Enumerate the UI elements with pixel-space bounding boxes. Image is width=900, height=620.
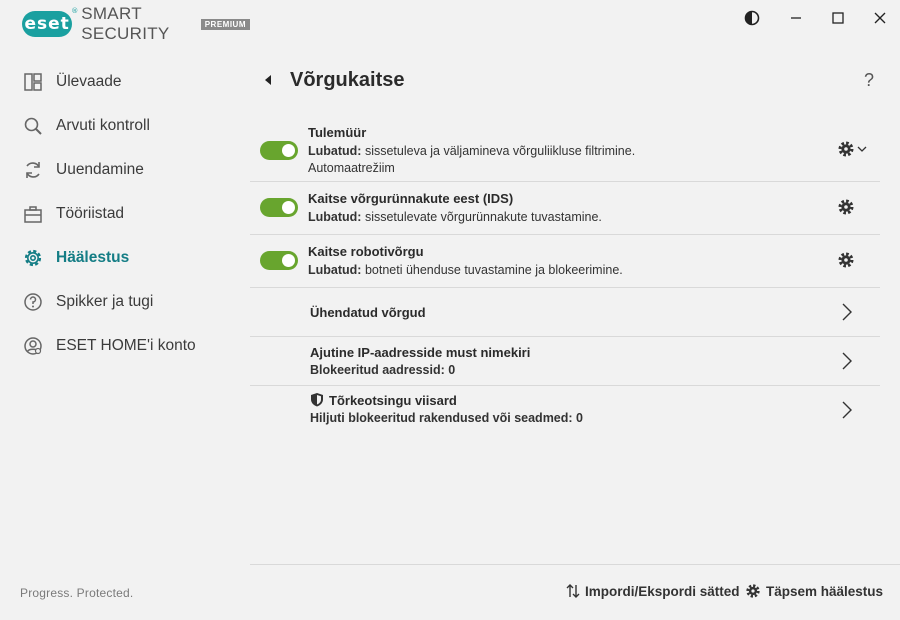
sidebar-item-label: Arvuti kontroll (56, 117, 150, 134)
sidebar-nav: Ülevaade Arvuti kontroll Uuendamine Töör… (22, 60, 232, 368)
setup-icon (22, 247, 44, 269)
troubleshoot-count: Hiljuti blokeeritud rakendused või seadm… (310, 411, 583, 425)
close-icon (874, 12, 886, 24)
tagline: Progress. Protected. (20, 586, 134, 600)
sidebar-item-help[interactable]: Spikker ja tugi (22, 280, 232, 324)
gear-icon[interactable] (837, 251, 855, 269)
blacklist-title: Ajutine IP-aadresside must nimekiri (310, 345, 531, 360)
import-export-button[interactable]: Impordi/Ekspordi sätted (566, 583, 740, 599)
firewall-title[interactable]: Tulemüür (308, 124, 635, 142)
logo-text: eset (24, 14, 70, 34)
shield-icon (311, 393, 323, 407)
ids-description: Lubatud: sissetulevate võrgurünnakute tu… (308, 208, 602, 226)
chevron-right-icon[interactable] (840, 351, 854, 371)
footer-divider (250, 564, 900, 565)
maximize-icon (832, 12, 844, 24)
product-name: SMART SECURITY (81, 4, 170, 43)
settings-list: Tulemüür Lubatud: sissetuleva ja väljami… (250, 118, 880, 442)
scan-icon (22, 115, 44, 137)
back-button[interactable] (260, 72, 276, 88)
gear-icon (746, 584, 760, 598)
firewall-description: Lubatud: sissetuleva ja väljamineva võrg… (308, 142, 635, 160)
theme-toggle-button[interactable] (739, 6, 765, 30)
sidebar-item-overview[interactable]: Ülevaade (22, 60, 232, 104)
sidebar-item-label: Uuendamine (56, 161, 144, 178)
back-arrow-icon (265, 75, 271, 85)
status-label: Lubatud: (308, 263, 362, 277)
sidebar-item-tools[interactable]: Tööriistad (22, 192, 232, 236)
update-icon (22, 159, 44, 181)
minimize-icon (791, 17, 801, 19)
blacklist-count: Blokeeritud aadressid: 0 (310, 363, 456, 377)
status-label: Lubatud: (308, 144, 362, 158)
maximize-button[interactable] (825, 6, 851, 30)
sidebar-item-label: ESET HOME'i konto (56, 337, 196, 354)
sidebar-item-label: Tööriistad (56, 205, 125, 222)
chevron-right-icon[interactable] (840, 302, 854, 322)
eset-logo: eset ® SMART SECURITY PREMIUM (22, 4, 250, 43)
blacklist-text: Ajutine IP-aadresside must nimekiri Blok… (310, 344, 530, 379)
firewall-text: Tulemüür Lubatud: sissetuleva ja väljami… (308, 124, 635, 177)
sidebar-item-scan[interactable]: Arvuti kontroll (22, 104, 232, 148)
edition-badge: PREMIUM (200, 18, 250, 30)
overview-icon (22, 71, 44, 93)
ids-toggle[interactable] (260, 198, 298, 217)
page-title: Võrgukaitse (290, 69, 405, 91)
description-text: sissetuleva ja väljamineva võrguliikluse… (361, 144, 636, 158)
botnet-text: Kaitse robotivõrgu Lubatud: botneti ühen… (308, 243, 623, 279)
status-label: Lubatud: (308, 210, 362, 224)
list-item-firewall: Tulemüür Lubatud: sissetuleva ja väljami… (250, 118, 880, 182)
contrast-icon (744, 10, 760, 26)
botnet-description: Lubatud: botneti ühenduse tuvastamine ja… (308, 261, 623, 279)
list-item-connected-networks[interactable]: Ühendatud võrgud (250, 288, 880, 337)
list-item-troubleshooting[interactable]: Tõrkeotsingu viisard Hiljuti blokeeritud… (250, 386, 880, 442)
description-text: sissetulevate võrgurünnakute tuvastamine… (361, 210, 602, 224)
sidebar-item-label: Ülevaade (56, 73, 122, 90)
account-icon (22, 335, 44, 357)
ids-title[interactable]: Kaitse võrgurünnakute eest (IDS) (308, 190, 602, 208)
botnet-title[interactable]: Kaitse robotivõrgu (308, 243, 623, 261)
sidebar-item-setup[interactable]: Häälestus (22, 236, 232, 280)
gear-icon[interactable] (837, 198, 855, 216)
networks-title: Ühendatud võrgud (310, 305, 426, 320)
chevron-right-icon[interactable] (840, 400, 854, 420)
troubleshoot-text: Tõrkeotsingu viisard Hiljuti blokeeritud… (310, 392, 583, 427)
help-button[interactable]: ? (864, 70, 874, 91)
registered-mark: ® (71, 7, 80, 15)
sidebar-item-update[interactable]: Uuendamine (22, 148, 232, 192)
networks-text: Ühendatud võrgud (310, 304, 426, 322)
advanced-setup-label: Täpsem häälestus (766, 583, 884, 599)
firewall-mode: Automaatrežiim (308, 161, 395, 175)
sidebar-item-label: Spikker ja tugi (56, 293, 154, 310)
troubleshoot-title: Tõrkeotsingu viisard (329, 393, 457, 408)
botnet-toggle[interactable] (260, 251, 298, 270)
logo-badge: eset ® (22, 7, 78, 37)
description-text: botneti ühenduse tuvastamine ja blokeeri… (361, 263, 623, 277)
gear-icon[interactable] (837, 140, 855, 158)
list-item-ip-blacklist[interactable]: Ajutine IP-aadresside must nimekiri Blok… (250, 337, 880, 386)
troubleshoot-title-line: Tõrkeotsingu viisard (310, 392, 583, 410)
sidebar-item-account[interactable]: ESET HOME'i konto (22, 324, 232, 368)
import-export-label: Impordi/Ekspordi sätted (585, 583, 740, 599)
ids-text: Kaitse võrgurünnakute eest (IDS) Lubatud… (308, 190, 602, 226)
firewall-toggle[interactable] (260, 141, 298, 160)
sidebar-item-label: Häälestus (56, 249, 130, 266)
list-item-ids: Kaitse võrgurünnakute eest (IDS) Lubatud… (250, 182, 880, 235)
advanced-setup-button[interactable]: Täpsem häälestus (745, 583, 883, 599)
chevron-down-icon[interactable] (856, 143, 868, 155)
list-item-botnet: Kaitse robotivõrgu Lubatud: botneti ühen… (250, 235, 880, 288)
close-button[interactable] (867, 6, 893, 30)
sidebar: eset ® SMART SECURITY PREMIUM Ülevaade A… (0, 0, 250, 620)
help-icon (22, 291, 44, 313)
tools-icon (22, 203, 44, 225)
minimize-button[interactable] (783, 6, 809, 30)
import-export-icon (566, 584, 580, 598)
main-panel: Võrgukaitse ? Tulemüür Lubatud: sissetul… (250, 0, 900, 620)
